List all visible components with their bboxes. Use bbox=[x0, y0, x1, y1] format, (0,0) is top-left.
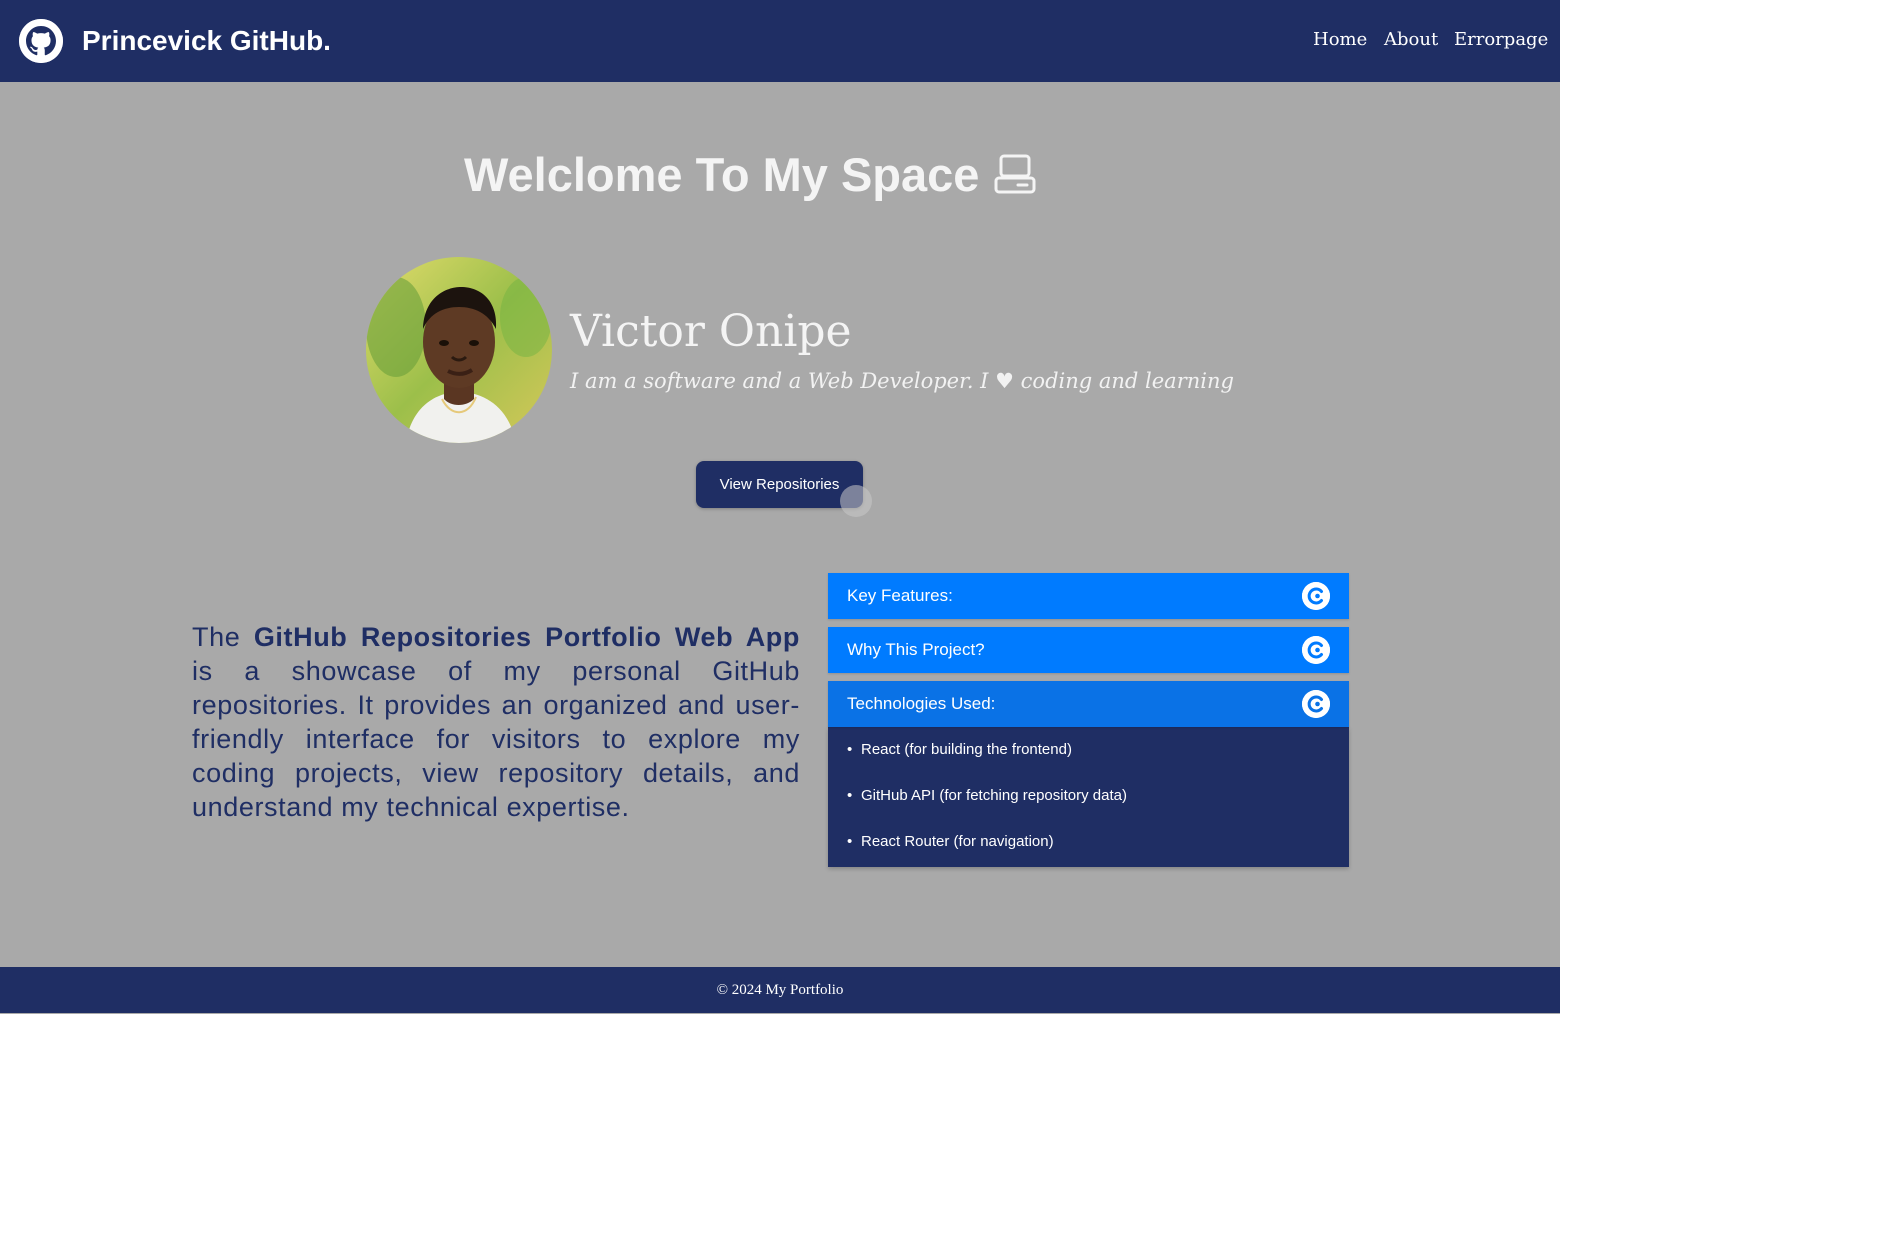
mouse-cursor bbox=[840, 485, 872, 517]
footer: © 2024 My Portfolio bbox=[0, 967, 1560, 1013]
accordion-header-technologies-used[interactable]: Technologies Used: bbox=[828, 681, 1349, 727]
list-item-text: React Router (for navigation) bbox=[861, 833, 1054, 850]
nav-errorpage-link[interactable]: Errorpage bbox=[1454, 26, 1548, 54]
view-repositories-button[interactable]: View Repositories bbox=[696, 461, 863, 508]
accordion-body-technologies: • React (for building the frontend) • GitH… bbox=[828, 727, 1349, 867]
toggle-icon[interactable] bbox=[1302, 690, 1330, 718]
bullet: • bbox=[847, 787, 853, 804]
list-item: • React (for building the frontend) bbox=[847, 737, 1330, 783]
accordion-header-why-this-project[interactable]: Why This Project? bbox=[828, 627, 1349, 673]
about-paragraph: The GitHub Repositories Portfolio Web Ap… bbox=[192, 620, 800, 824]
toggle-icon[interactable] bbox=[1302, 582, 1330, 610]
about-prefix: The bbox=[192, 622, 241, 652]
list-item: • GitHub API (for fetching repository dat… bbox=[847, 783, 1330, 829]
list-item-text: GitHub API (for fetching repository data… bbox=[861, 787, 1127, 804]
toggle-icon[interactable] bbox=[1302, 636, 1330, 664]
brand-title[interactable]: Princevick GitHub. bbox=[82, 22, 331, 60]
profile-tagline: I am a software and a Web Developer. I ♥… bbox=[570, 369, 1234, 393]
list-item: • React Router (for navigation) bbox=[847, 829, 1330, 855]
footer-copyright: © 2024 My Portfolio bbox=[716, 982, 844, 998]
bullet: • bbox=[847, 833, 853, 850]
avatar bbox=[366, 257, 552, 443]
accordion: Key Features: Why This Project? Technolo… bbox=[828, 573, 1349, 867]
about-rest: is a showcase of my personal GitHub repo… bbox=[192, 656, 800, 822]
about-strong: GitHub Repositories Portfolio Web App bbox=[253, 622, 800, 652]
accordion-title: Key Features: bbox=[847, 586, 953, 605]
navbar: Princevick GitHub. Home About Errorpage bbox=[0, 0, 1560, 82]
accordion-header-key-features[interactable]: Key Features: bbox=[828, 573, 1349, 619]
profile-name: Victor Onipe bbox=[570, 306, 852, 357]
page: Princevick GitHub. Home About Errorpage … bbox=[0, 0, 1560, 1014]
nav-about-link[interactable]: About bbox=[1384, 26, 1438, 54]
welcome-heading: Welclome To My Space bbox=[464, 148, 980, 201]
list-item-text: React (for building the frontend) bbox=[861, 741, 1072, 758]
nav-home-link[interactable]: Home bbox=[1313, 26, 1367, 54]
bullet: • bbox=[847, 741, 853, 758]
accordion-title: Why This Project? bbox=[847, 640, 985, 659]
github-icon[interactable] bbox=[19, 19, 63, 63]
accordion-title: Technologies Used: bbox=[847, 694, 996, 713]
laptop-icon bbox=[994, 154, 1036, 196]
